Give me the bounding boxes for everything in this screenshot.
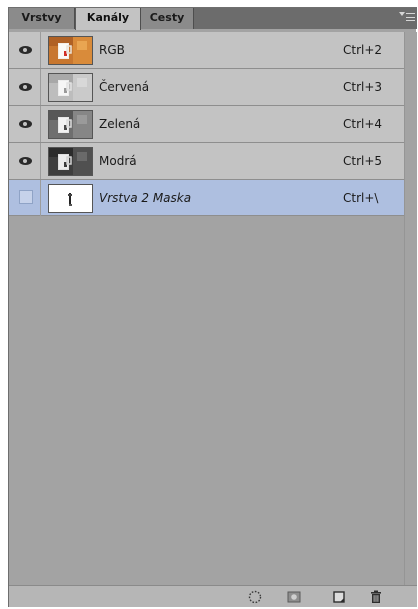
channels-panel: Vrstvy Kanály Cesty RGB Ctrl+2 Červená C… (8, 7, 417, 607)
channel-thumbnail (48, 36, 93, 65)
eye-icon (19, 46, 32, 54)
channel-shortcut: Ctrl+4 (343, 117, 383, 131)
channel-name: Vrstva 2 Maska (99, 191, 192, 205)
channel-shortcut: Ctrl+5 (343, 154, 383, 168)
channel-name: Zelená (99, 117, 141, 131)
channel-shortcut: Ctrl+2 (343, 43, 383, 57)
channel-name: Červená (99, 80, 150, 94)
channel-row-red[interactable]: Červená Ctrl+3 (9, 69, 404, 106)
eye-icon (19, 83, 32, 91)
channel-shortcut: Ctrl+3 (343, 80, 383, 94)
list-scrollbar[interactable] (404, 32, 417, 587)
tab-paths[interactable]: Cesty (141, 8, 194, 29)
channel-thumbnail (48, 184, 93, 213)
visibility-toggle[interactable] (9, 106, 41, 142)
visibility-toggle[interactable] (9, 32, 41, 68)
channel-row-rgb[interactable]: RGB Ctrl+2 (9, 32, 404, 69)
channel-thumbnail (48, 147, 93, 176)
tab-layers[interactable]: Vrstvy (9, 8, 75, 29)
channel-list: RGB Ctrl+2 Červená Ctrl+3 Zelená Ctrl+4 … (9, 32, 404, 587)
panel-tab-bar: Vrstvy Kanály Cesty (9, 7, 417, 30)
channel-row-green[interactable]: Zelená Ctrl+4 (9, 106, 404, 143)
eye-icon (19, 157, 32, 165)
visibility-checkbox[interactable] (19, 190, 33, 204)
trash-icon[interactable] (368, 589, 384, 605)
new-channel-icon[interactable] (331, 589, 347, 605)
channel-row-layer-mask[interactable]: Vrstva 2 Maska Ctrl+\ (9, 180, 404, 216)
channel-thumbnail (48, 110, 93, 139)
panel-bottom-toolbar (9, 585, 417, 607)
visibility-toggle[interactable] (9, 143, 41, 179)
eye-icon (19, 120, 32, 128)
save-selection-icon[interactable] (286, 589, 302, 605)
channel-shortcut: Ctrl+\ (343, 191, 379, 205)
visibility-toggle[interactable] (9, 180, 41, 216)
channel-thumbnail (48, 73, 93, 102)
channel-row-blue[interactable]: Modrá Ctrl+5 (9, 143, 404, 180)
panel-menu-icon[interactable] (399, 11, 415, 23)
channel-name: RGB (99, 43, 125, 57)
channel-name: Modrá (99, 154, 137, 168)
tab-channels[interactable]: Kanály (75, 8, 141, 30)
visibility-toggle[interactable] (9, 69, 41, 105)
tab-bar-filler (194, 8, 417, 29)
load-selection-icon[interactable] (247, 589, 263, 605)
